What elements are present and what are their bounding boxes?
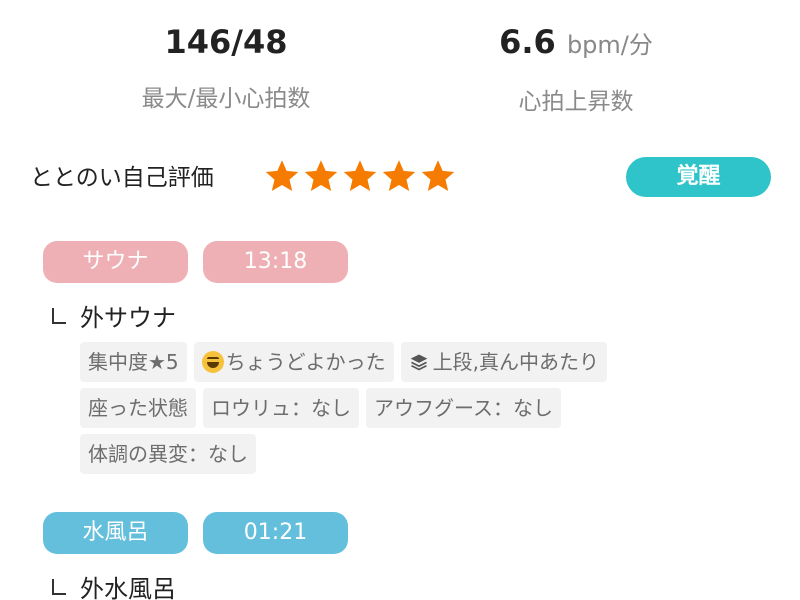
cold-bath-type: 外水風呂 bbox=[52, 573, 176, 600]
sauna-log-detail: 146/48 最大/最小心拍数 6.6 bpm/分 心拍上昇数 ととのい自己評価… bbox=[0, 0, 800, 600]
heart-rate-max-min-label: 最大/最小心拍数 bbox=[141, 86, 311, 112]
star-icon bbox=[382, 160, 416, 191]
tag-temperature-feel: ちょうどよかった bbox=[193, 342, 394, 382]
self-rating-stars bbox=[264, 156, 456, 196]
corner-indent-icon bbox=[52, 308, 66, 324]
heart-rate-rise-value: 6.6 bpm/分 bbox=[499, 23, 653, 61]
sauna-section-label: サウナ bbox=[43, 241, 188, 283]
tag-posture: 座った状態 bbox=[80, 388, 196, 428]
star-icon bbox=[421, 160, 455, 191]
sauna-type: 外サウナ bbox=[52, 302, 176, 334]
cold-bath-section-label: 水風呂 bbox=[43, 512, 188, 554]
sauna-tags: 集中度★5 ちょうどよかった 上段,真ん中あたり 座った状態 ロウリュ：なし ア… bbox=[80, 342, 680, 480]
star-icon bbox=[304, 160, 338, 191]
tag-loyly: ロウリュ：なし bbox=[203, 388, 359, 428]
cold-bath-duration: 01:21 bbox=[203, 512, 348, 554]
heart-rate-max-min-value: 146/48 bbox=[164, 23, 288, 61]
tag-condition-change: 体調の異変：なし bbox=[80, 434, 256, 474]
corner-indent-icon bbox=[52, 579, 66, 595]
self-rating-label: ととのい自己評価 bbox=[30, 165, 214, 191]
tag-row: 集中度★5 ちょうどよかった 上段,真ん中あたり bbox=[80, 342, 680, 382]
star-icon bbox=[265, 160, 299, 191]
tag-seat-position: 上段,真ん中あたり bbox=[400, 342, 608, 382]
heart-rate-rise-unit: bpm/分 bbox=[566, 31, 653, 59]
tag-row: 座った状態 ロウリュ：なし アウフグース：なし bbox=[80, 388, 680, 428]
heart-rate-rise-stat: 6.6 bpm/分 心拍上昇数 bbox=[456, 20, 696, 117]
grinning-emoji-icon bbox=[201, 351, 224, 373]
rating-result-badge: 覚醒 bbox=[626, 157, 771, 197]
heart-rate-rise-label: 心拍上昇数 bbox=[518, 89, 634, 115]
heart-rate-max-min-stat: 146/48 最大/最小心拍数 bbox=[106, 20, 346, 114]
tag-row: 体調の異変：なし bbox=[80, 434, 680, 474]
layers-icon bbox=[410, 354, 427, 371]
sauna-duration: 13:18 bbox=[203, 241, 348, 283]
star-icon bbox=[343, 160, 377, 191]
tag-aufguss: アウフグース：なし bbox=[366, 388, 561, 428]
tag-concentration: 集中度★5 bbox=[80, 342, 187, 382]
